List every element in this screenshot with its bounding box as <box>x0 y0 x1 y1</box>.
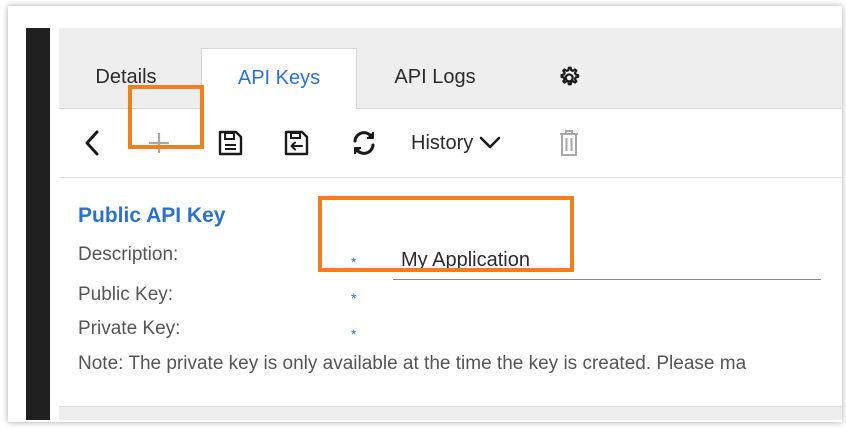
save-button[interactable] <box>211 109 249 177</box>
tab-api-logs[interactable]: API Logs <box>375 48 495 108</box>
app-frame: Details API Keys API Logs History Public… <box>8 6 842 422</box>
required-marker: * <box>351 326 357 342</box>
required-marker: * <box>351 254 357 270</box>
delete-button[interactable] <box>553 109 585 177</box>
add-icon <box>147 131 171 155</box>
tab-settings[interactable] <box>549 48 589 108</box>
save-as-button[interactable] <box>277 109 315 177</box>
back-button[interactable] <box>77 109 107 177</box>
history-label: History <box>411 131 474 154</box>
api-key-form: Public API Key Description: Public Key: … <box>59 178 842 408</box>
save-icon <box>216 129 244 157</box>
public-key-label: Public Key: <box>78 284 174 305</box>
private-key-label: Private Key: <box>78 318 181 339</box>
history-dropdown[interactable]: History <box>411 109 521 177</box>
left-sidebar-bar <box>26 28 50 420</box>
private-key-note: Note: The private key is only available … <box>78 353 747 374</box>
form-footer <box>59 406 842 420</box>
main-content: Details API Keys API Logs History Public… <box>59 28 842 420</box>
refresh-button[interactable] <box>345 109 383 177</box>
trash-icon <box>558 129 580 157</box>
required-marker: * <box>351 290 357 306</box>
tab-api-keys[interactable]: API Keys <box>201 48 357 110</box>
toolbar: History <box>59 109 842 178</box>
gear-icon <box>556 66 582 88</box>
description-field[interactable] <box>393 242 821 280</box>
add-button[interactable] <box>143 109 175 177</box>
chevron-down-icon <box>473 136 501 150</box>
back-arrow-icon <box>83 129 101 157</box>
save-as-icon <box>282 129 310 157</box>
refresh-icon <box>349 128 379 158</box>
section-title: Public API Key <box>78 204 226 227</box>
tab-details[interactable]: Details <box>71 48 181 108</box>
description-label: Description: <box>78 244 179 265</box>
tab-bar: Details API Keys API Logs <box>59 28 842 110</box>
